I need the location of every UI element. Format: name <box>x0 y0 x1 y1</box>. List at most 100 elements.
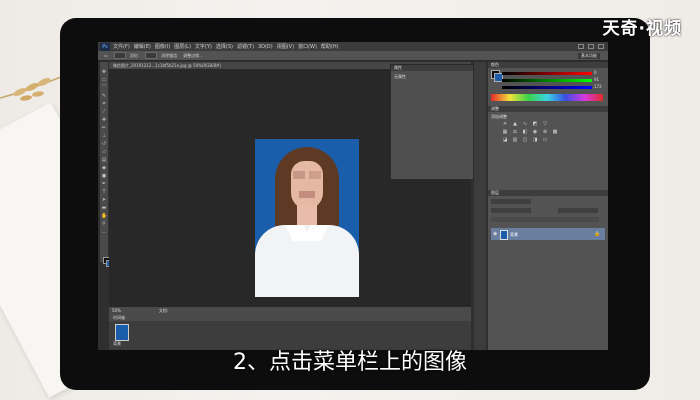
crop-tool-icon[interactable]: ⌗ <box>101 102 107 107</box>
eyedropper-tool-icon[interactable]: ⁄ <box>101 110 107 115</box>
photo-filter-icon[interactable]: ◉ <box>532 130 538 135</box>
path-select-tool-icon[interactable]: ➤ <box>101 198 107 203</box>
posterize-icon[interactable]: ▥ <box>512 138 518 143</box>
face-mosaic <box>293 171 305 179</box>
blend-mode-select[interactable] <box>491 208 531 213</box>
menu-select[interactable]: 选择(S) <box>216 43 233 50</box>
id-photo <box>255 139 359 297</box>
lasso-tool-icon[interactable]: ⌒ <box>101 86 107 91</box>
green-value[interactable]: 91 <box>594 77 599 82</box>
workspace-select[interactable]: 基本功能 <box>578 52 600 59</box>
quick-select-tool-icon[interactable]: ✎ <box>101 94 107 99</box>
adjustment-icons-row: ◪ ▥ ◫ ◨ ▭ <box>502 138 548 143</box>
photo-face <box>291 161 323 209</box>
menu-view[interactable]: 视图(V) <box>277 43 294 50</box>
adjustment-icons-row: ☀ ▲ ∿ ◩ ▽ <box>502 122 548 127</box>
adjustments-panel-title[interactable]: 调整 <box>491 106 499 112</box>
status-bar: 50% 文档: <box>109 307 471 314</box>
document-tab[interactable]: 微信图片_20191212...1c1bf5b21e.jpg @ 50%(RGB… <box>109 63 221 69</box>
threshold-icon[interactable]: ◫ <box>522 138 528 143</box>
hue-saturation-icon[interactable]: ▦ <box>502 130 508 135</box>
healing-tool-icon[interactable]: ✚ <box>101 118 107 123</box>
lock-icon[interactable]: 🔒 <box>594 231 600 237</box>
menu-filter[interactable]: 滤镜(T) <box>237 43 254 50</box>
menu-window[interactable]: 窗口(W) <box>298 43 317 50</box>
exposure-icon[interactable]: ◩ <box>532 122 538 127</box>
blur-tool-icon[interactable]: ◆ <box>101 166 107 171</box>
photoshop-logo-icon: Ps <box>100 42 110 51</box>
photo-neck <box>297 205 317 225</box>
color-balance-icon[interactable]: ⚖ <box>512 130 518 135</box>
color-panel-header: 颜色 <box>488 62 608 68</box>
shape-tool-icon[interactable]: ▬ <box>101 206 107 211</box>
antialias-checkbox[interactable]: 消除锯齿 <box>161 53 177 59</box>
properties-panel-title: 属性 <box>394 65 402 70</box>
red-value[interactable]: 0 <box>594 70 597 75</box>
type-tool-icon[interactable]: T <box>101 190 107 195</box>
zoom-tool-icon[interactable]: ⚲ <box>101 222 107 227</box>
marquee-tool-icon[interactable]: ▭ <box>101 78 107 83</box>
more-tools-icon[interactable]: … <box>101 230 107 235</box>
brightness-icon[interactable]: ☀ <box>502 122 508 127</box>
layers-panel-title[interactable]: 图层 <box>491 190 499 196</box>
properties-panel-header[interactable]: 属性 <box>391 65 473 71</box>
options-bar: ▭ 羽化: 消除锯齿 调整边缘... 基本功能 <box>98 51 608 61</box>
menu-image[interactable]: 图像(I) <box>155 43 170 50</box>
stamp-tool-icon[interactable]: ⊥ <box>101 134 107 139</box>
menu-layer[interactable]: 图层(L) <box>174 43 191 50</box>
menu-edit[interactable]: 编辑(E) <box>134 43 151 50</box>
curves-icon[interactable]: ∿ <box>522 122 528 127</box>
vibrance-icon[interactable]: ▽ <box>542 122 548 127</box>
timeline-title[interactable]: 时间轴 <box>113 315 125 321</box>
menu-type[interactable]: 文字(Y) <box>195 43 212 50</box>
menu-file[interactable]: 文件(F) <box>113 43 130 50</box>
dodge-tool-icon[interactable]: ● <box>101 174 107 179</box>
feather-label: 羽化: <box>129 52 140 58</box>
marquee-tool-icon[interactable]: ▭ <box>104 53 108 58</box>
feather-input[interactable] <box>145 52 158 59</box>
close-button[interactable] <box>598 44 604 49</box>
blue-value[interactable]: 172 <box>594 84 602 89</box>
timeline-frame-thumbnail[interactable] <box>115 324 129 341</box>
adjustments-subtitle: 添加调整 <box>491 114 507 119</box>
panel-dock-strip <box>474 62 486 350</box>
minimize-button[interactable] <box>578 44 584 49</box>
color-panel-title[interactable]: 颜色 <box>491 62 499 68</box>
gradient-map-icon[interactable]: ▭ <box>542 138 548 143</box>
move-tool-icon[interactable]: ✥ <box>101 70 107 75</box>
layer-row[interactable] <box>491 228 605 240</box>
video-subtitle: 2、点击菜单栏上的图像 <box>233 350 467 375</box>
window-controls <box>578 44 604 49</box>
brand-watermark: 天奇·视频 <box>602 19 682 39</box>
black-white-icon[interactable]: ◧ <box>522 130 528 135</box>
refine-edge-button[interactable]: 调整边缘... <box>183 53 203 59</box>
selective-color-icon[interactable]: ◨ <box>532 138 538 143</box>
channel-mixer-icon[interactable]: ⊕ <box>542 130 548 135</box>
properties-panel-text: 无属性 <box>394 74 406 79</box>
green-slider[interactable] <box>502 79 592 82</box>
brush-tool-icon[interactable]: ✏ <box>101 126 107 131</box>
pen-tool-icon[interactable]: ✒ <box>101 182 107 187</box>
adjustments-panel-header: 调整 <box>488 106 608 112</box>
layer-filter-select[interactable] <box>491 199 531 204</box>
menu-help[interactable]: 帮助(H) <box>321 43 339 50</box>
history-brush-tool-icon[interactable]: ↺ <box>101 142 107 147</box>
visibility-eye-icon[interactable]: ◉ <box>493 231 497 237</box>
selection-mode-box[interactable] <box>113 52 126 59</box>
red-slider[interactable] <box>502 72 592 75</box>
eraser-tool-icon[interactable]: ▱ <box>101 150 107 155</box>
menu-bar: Ps 文件(F) 编辑(E) 图像(I) 图层(L) 文字(Y) 选择(S) 滤… <box>98 42 608 51</box>
blue-slider[interactable] <box>502 86 592 89</box>
invert-icon[interactable]: ◪ <box>502 138 508 143</box>
color-spectrum[interactable] <box>491 94 603 101</box>
levels-icon[interactable]: ▲ <box>512 122 518 127</box>
photoshop-window: Ps 文件(F) 编辑(E) 图像(I) 图层(L) 文字(Y) 选择(S) 滤… <box>98 42 608 350</box>
layer-lock-row[interactable] <box>491 217 599 222</box>
color-lookup-icon[interactable]: ▩ <box>552 130 558 135</box>
gradient-tool-icon[interactable]: ▤ <box>101 158 107 163</box>
maximize-button[interactable] <box>588 44 594 49</box>
opacity-input[interactable] <box>558 208 598 213</box>
zoom-level[interactable]: 50% <box>112 308 121 313</box>
menu-3d[interactable]: 3D(D) <box>258 44 273 50</box>
hand-tool-icon[interactable]: ✋ <box>101 214 107 219</box>
